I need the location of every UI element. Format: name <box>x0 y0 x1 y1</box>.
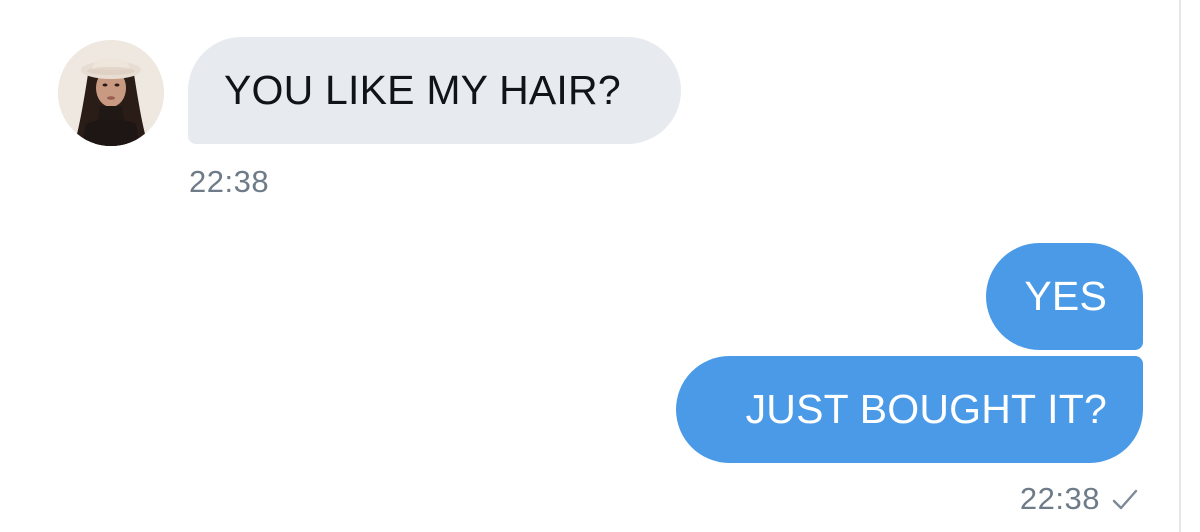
check-icon <box>1112 489 1138 510</box>
incoming-message-bubble[interactable]: YOU LIKE MY HAIR? <box>188 37 681 144</box>
chat-thread: YOU LIKE MY HAIR? 22:38 YES JUST BOUGHT … <box>0 0 1200 532</box>
outgoing-message-bubble[interactable]: YES <box>986 243 1143 350</box>
outgoing-timestamp: 22:38 <box>1019 481 1100 516</box>
message-text: YOU LIKE MY HAIR? <box>224 67 621 113</box>
scrollbar[interactable] <box>1179 0 1200 532</box>
incoming-timestamp: 22:38 <box>189 164 270 199</box>
message-text: YES <box>1024 273 1107 319</box>
message-text: JUST BOUGHT IT? <box>745 386 1107 432</box>
contact-avatar[interactable] <box>58 40 164 146</box>
outgoing-message-bubble[interactable]: JUST BOUGHT IT? <box>676 356 1143 463</box>
avatar-photo <box>58 40 164 146</box>
